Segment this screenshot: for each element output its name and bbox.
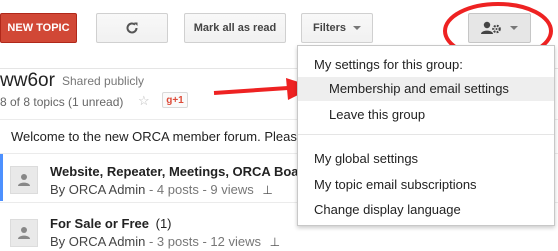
group-name: ww6or — [0, 70, 55, 91]
google-plus-one-label: g+1 — [166, 94, 184, 106]
topic-stats: - 3 posts - 12 views — [145, 234, 261, 249]
menu-item-leave-group[interactable]: Leave this group — [298, 103, 554, 127]
pin-icon: ⊥ — [269, 235, 281, 249]
mark-all-read-label: Mark all as read — [193, 22, 277, 34]
welcome-text: Welcome to the new ORCA member forum. Pl… — [11, 129, 305, 144]
menu-section-header: My settings for this group: — [314, 57, 463, 72]
topic-title-text: For Sale or Free — [50, 216, 149, 231]
new-topic-label: NEW TOPIC — [7, 22, 70, 34]
menu-item-label: Membership and email settings — [329, 81, 509, 96]
topic-author[interactable]: By ORCA Admin — [50, 234, 145, 249]
chevron-down-icon — [353, 26, 361, 30]
topics-summary: 8 of 8 topics (1 unread) — [0, 95, 124, 109]
google-plus-one-button[interactable]: g+1 — [162, 92, 188, 108]
refresh-button[interactable] — [96, 13, 168, 43]
menu-item-display-language[interactable]: Change display language — [298, 198, 554, 222]
menu-item-email-subscriptions[interactable]: My topic email subscriptions — [298, 173, 554, 197]
menu-item-label: My topic email subscriptions — [314, 177, 477, 192]
table-row[interactable]: Website, Repeater, Meetings, ORCA Boa By… — [3, 154, 297, 201]
menu-divider — [298, 134, 554, 135]
person-icon — [18, 174, 30, 186]
filters-button[interactable]: Filters — [301, 13, 373, 43]
settings-dropdown-menu: My settings for this group: Membership a… — [297, 45, 555, 226]
topic-stats: - 4 posts - 9 views — [145, 182, 254, 197]
pin-icon: ⊥ — [262, 183, 273, 197]
topic-title[interactable]: Website, Repeater, Meetings, ORCA Boa — [50, 164, 297, 179]
star-icon[interactable]: ☆ — [138, 93, 150, 109]
avatar — [10, 166, 38, 194]
table-row[interactable]: For Sale or Free (1) By ORCA Admin - 3 p… — [3, 203, 297, 251]
topic-meta: By ORCA Admin - 3 posts - 12 views ⊥ — [50, 234, 280, 249]
new-topic-button[interactable]: NEW TOPIC — [0, 13, 77, 43]
menu-item-label: Change display language — [314, 202, 461, 217]
refresh-icon — [126, 22, 138, 34]
topic-meta: By ORCA Admin - 4 posts - 9 views ⊥ — [50, 182, 273, 197]
avatar — [10, 219, 38, 247]
filters-label: Filters — [312, 22, 346, 34]
topic-author[interactable]: By ORCA Admin — [50, 182, 145, 197]
topic-title[interactable]: For Sale or Free (1) — [50, 216, 297, 231]
menu-item-label: Leave this group — [329, 107, 426, 122]
menu-item-label: My global settings — [314, 151, 419, 166]
person-icon — [18, 227, 30, 239]
topic-post-count: (1) — [155, 216, 172, 231]
mark-all-read-button[interactable]: Mark all as read — [184, 13, 286, 43]
group-visibility: Shared publicly — [62, 74, 145, 88]
menu-item-membership-settings[interactable]: Membership and email settings — [298, 77, 554, 101]
menu-item-global-settings[interactable]: My global settings — [298, 147, 554, 171]
